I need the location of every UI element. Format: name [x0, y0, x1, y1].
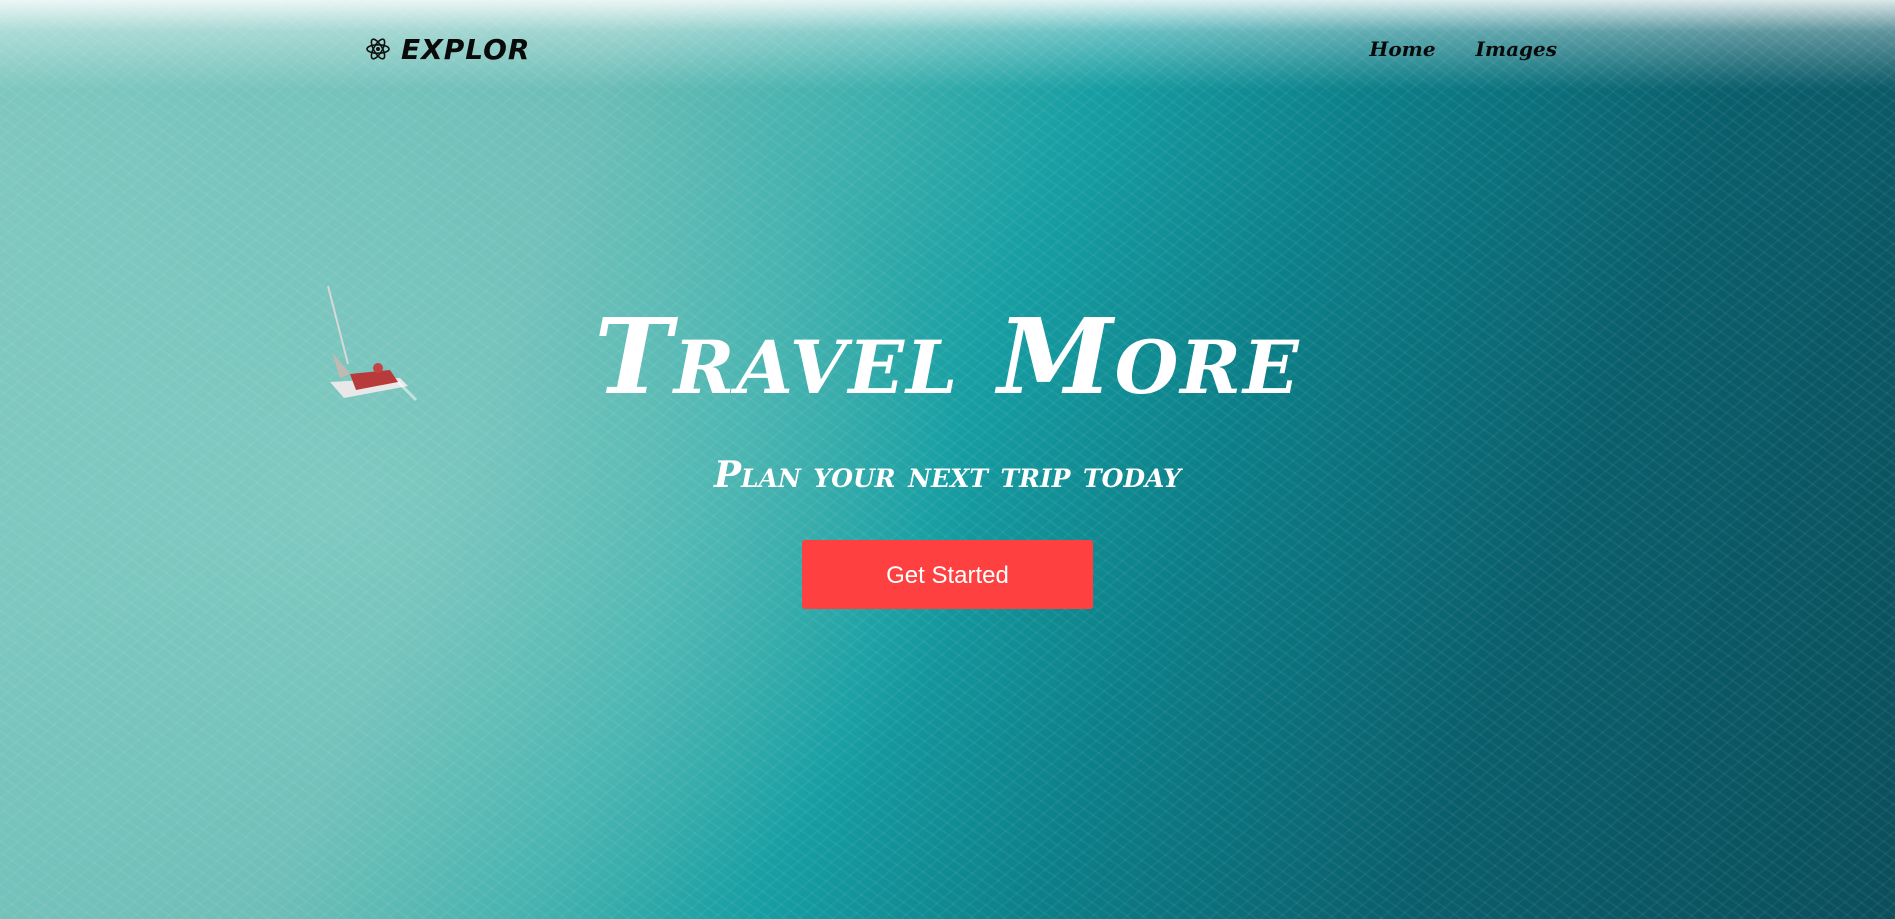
navbar: EXPLOR Home Images — [365, 28, 1557, 70]
hero-title: Travel More — [594, 295, 1301, 418]
brand-name: EXPLOR — [401, 32, 531, 66]
hero-subtitle: Plan your next trip today — [713, 454, 1182, 497]
get-started-button[interactable]: Get Started — [802, 540, 1093, 610]
nav-links: Home Images — [1369, 37, 1557, 61]
hero-content: Travel More Plan your next trip today Ge… — [0, 295, 1895, 610]
hero-background: EXPLOR Home Images Travel More Plan your… — [0, 0, 1895, 919]
atom-icon — [366, 38, 390, 60]
nav-link-home[interactable]: Home — [1369, 37, 1435, 61]
nav-link-images[interactable]: Images — [1476, 37, 1557, 61]
brand-link[interactable]: EXPLOR — [365, 33, 530, 66]
